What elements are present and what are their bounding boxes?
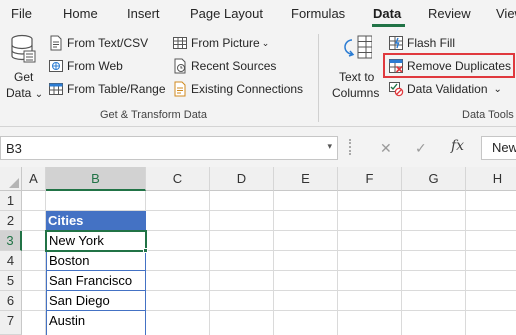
- column-header-c[interactable]: C: [146, 167, 210, 191]
- formula-input[interactable]: New: [481, 136, 516, 160]
- grid-line: [465, 191, 466, 335]
- table-row[interactable]: San Diego: [46, 291, 146, 311]
- text-to-columns-line2: Columns: [332, 86, 380, 100]
- from-web-label: From Web: [67, 59, 123, 73]
- column-header-g[interactable]: G: [402, 167, 466, 191]
- text-to-columns-line1: Text to: [339, 70, 375, 84]
- row-header-5[interactable]: 5: [0, 271, 22, 291]
- row-header-2[interactable]: 2: [0, 211, 22, 231]
- column-header-e[interactable]: E: [274, 167, 338, 191]
- insert-function-icon[interactable]: fx: [451, 138, 464, 154]
- web-icon: [49, 60, 63, 72]
- data-tools-group-label: Data Tools: [462, 109, 514, 121]
- grid-line: [209, 191, 210, 335]
- picture-table-icon: [173, 37, 187, 49]
- grid-line: [401, 191, 402, 335]
- table-row[interactable]: Austin: [46, 311, 146, 335]
- tab-file[interactable]: File: [11, 6, 32, 21]
- tab-view[interactable]: View: [496, 6, 516, 21]
- table-header-cell[interactable]: Cities: [46, 211, 146, 231]
- from-text-csv-label: From Text/CSV: [67, 36, 149, 50]
- row-header-4[interactable]: 4: [0, 251, 22, 271]
- tab-page-layout[interactable]: Page Layout: [190, 6, 263, 21]
- grid-line: [273, 191, 274, 335]
- flash-fill-button[interactable]: Flash Fill: [388, 35, 455, 51]
- select-all-button[interactable]: [0, 167, 22, 191]
- active-cell-outline: [45, 230, 147, 252]
- tab-insert[interactable]: Insert: [127, 6, 160, 21]
- formula-input-value: New: [492, 140, 516, 155]
- get-data-button[interactable]: Get Data ⌄: [4, 34, 43, 102]
- ribbon-tab-bar: File Home Insert Page Layout Formulas Da…: [0, 0, 516, 28]
- column-header-f[interactable]: F: [338, 167, 402, 191]
- get-transform-group-label: Get & Transform Data: [100, 109, 207, 121]
- row-header-3[interactable]: 3: [0, 231, 22, 251]
- chevron-down-icon: ⌄: [261, 37, 270, 48]
- recent-sources-label: Recent Sources: [191, 59, 277, 73]
- tab-formulas[interactable]: Formulas: [291, 6, 345, 21]
- column-header-a[interactable]: A: [22, 167, 46, 191]
- tab-data[interactable]: Data: [373, 6, 401, 21]
- data-validation-button[interactable]: Data Validation ⌄: [388, 81, 502, 97]
- row-header-1[interactable]: 1: [0, 191, 22, 211]
- chevron-down-icon: ⌄: [34, 89, 44, 100]
- get-data-label-line2: Data ⌄: [6, 86, 43, 100]
- from-table-range-label: From Table/Range: [67, 82, 166, 96]
- table-row[interactable]: San Francisco: [46, 271, 146, 291]
- formula-bar: B3 ▾ ✕ ✓ fx New: [0, 127, 516, 167]
- text-to-columns-button[interactable]: Text to Columns: [330, 34, 382, 102]
- get-data-label-text: Data: [6, 86, 32, 100]
- flash-fill-icon: [389, 36, 403, 50]
- existing-connections-button[interactable]: Existing Connections: [172, 81, 303, 97]
- column-header-h[interactable]: H: [466, 167, 516, 191]
- text-file-icon: [50, 35, 62, 51]
- existing-connections-icon: [174, 81, 186, 97]
- tab-review[interactable]: Review: [428, 6, 471, 21]
- chevron-down-icon[interactable]: ▾: [327, 141, 332, 152]
- enter-icon[interactable]: ✓: [415, 140, 427, 157]
- flash-fill-label: Flash Fill: [407, 36, 456, 50]
- text-to-columns-icon: [344, 35, 372, 59]
- group-separator: [318, 34, 319, 122]
- from-picture-button[interactable]: From Picture ⌄: [172, 35, 269, 51]
- grid-line: [337, 191, 338, 335]
- recent-sources-icon: [174, 58, 186, 74]
- column-header-b[interactable]: B: [46, 167, 146, 191]
- name-box[interactable]: B3 ▾: [0, 136, 338, 160]
- database-icon: [11, 34, 36, 63]
- from-text-csv-button[interactable]: From Text/CSV: [48, 35, 148, 51]
- formula-bar-splitter[interactable]: [349, 139, 351, 155]
- tab-home[interactable]: Home: [63, 6, 98, 21]
- from-table-range-button[interactable]: From Table/Range: [48, 81, 166, 97]
- data-validation-icon: [389, 82, 404, 97]
- table-row[interactable]: Boston: [46, 251, 146, 271]
- remove-duplicates-highlight: [383, 53, 515, 78]
- select-all-triangle-icon: [9, 178, 19, 188]
- from-web-button[interactable]: From Web: [48, 58, 123, 74]
- table-icon: [49, 83, 63, 95]
- chevron-down-icon[interactable]: ⌄: [494, 84, 502, 95]
- fill-handle[interactable]: [143, 248, 148, 253]
- get-data-label-line1: Get: [14, 70, 34, 84]
- cancel-icon[interactable]: ✕: [380, 140, 392, 157]
- name-box-value: B3: [6, 141, 22, 156]
- active-tab-indicator: [372, 24, 405, 27]
- data-validation-label: Data Validation: [407, 82, 488, 96]
- recent-sources-button[interactable]: Recent Sources: [172, 58, 276, 74]
- from-picture-label: From Picture: [191, 36, 260, 50]
- existing-connections-label: Existing Connections: [191, 82, 304, 96]
- column-header-d[interactable]: D: [210, 167, 274, 191]
- row-header-7[interactable]: 7: [0, 311, 22, 335]
- row-header-6[interactable]: 6: [0, 291, 22, 311]
- worksheet-grid[interactable]: A B C D E F G H 1 2 3 4 5 6 7 Cities New…: [0, 167, 516, 335]
- ribbon-panel: Get Data ⌄ From Text/CSV From Web From T…: [0, 28, 516, 127]
